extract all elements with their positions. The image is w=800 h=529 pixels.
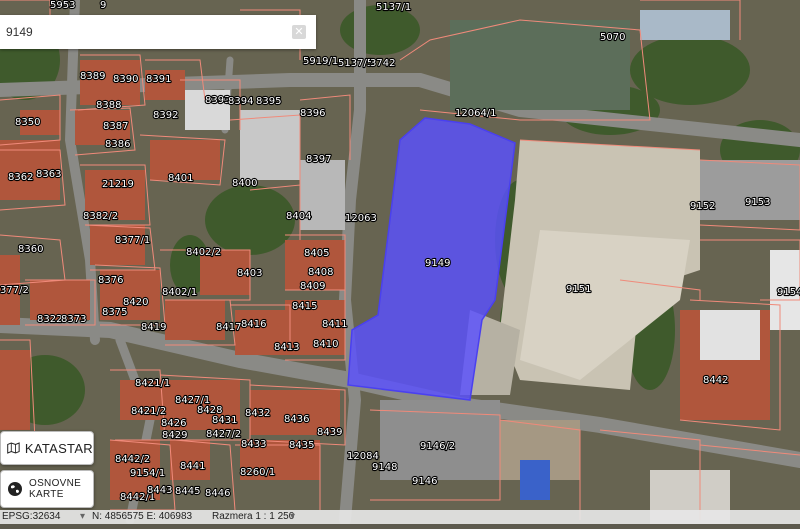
parcel-label: 8421/2 [131, 406, 166, 417]
parcel-label: 8421/1 [135, 378, 170, 389]
parcel-label: 8401 [168, 173, 193, 184]
parcel-label: 9148 [372, 462, 397, 473]
parcel-label: 5919/1 [303, 56, 338, 67]
parcel-label: 8416 [241, 319, 266, 330]
parcel-label: 8413 [274, 342, 299, 353]
parcel-label: 8403 [237, 268, 262, 279]
globe-icon [8, 482, 22, 496]
parcel-label: 8411 [322, 319, 347, 330]
parcel-label: 8442/2 [115, 454, 150, 465]
parcel-label: 9146/2 [420, 441, 455, 452]
parcel-label: 12064/1 [455, 108, 497, 119]
parcel-label: 8410 [313, 339, 338, 350]
parcel-label: 8435 [289, 440, 314, 451]
osnovne-label-line1: OSNOVNE [29, 478, 82, 489]
parcel-label: 8426 [161, 418, 186, 429]
parcel-label: 5953 [50, 0, 75, 11]
parcel-label: 8405 [304, 248, 329, 259]
parcel-label: 8382/2 [83, 211, 118, 222]
parcel-label: 8445 [175, 486, 200, 497]
parcel-label: 8396 [300, 108, 325, 119]
parcel-label: 9 [100, 0, 106, 11]
parcel-label: 8436 [284, 414, 309, 425]
search-input[interactable] [0, 24, 288, 40]
osnovne-label-line2: KARTE [29, 489, 64, 500]
parcel-label: 8443 [147, 485, 172, 496]
parcel-label: 8427/2 [206, 429, 241, 440]
parcel-label: 8362 [8, 172, 33, 183]
parcel-label: 8446 [205, 488, 230, 499]
parcel-label: 8433 [241, 439, 266, 450]
parcel-label: 8375 [102, 307, 127, 318]
parcel-label: 8350 [15, 117, 40, 128]
parcel-label: 8429 [162, 430, 187, 441]
parcel-label: 9146 [412, 476, 437, 487]
parcel-label: 8363 [36, 169, 61, 180]
parcel-label: 8390 [113, 74, 138, 85]
parcel-label: 8377/1 [115, 235, 150, 246]
parcel-label: 8442 [703, 375, 728, 386]
parcel-label: 8387 [103, 121, 128, 132]
parcel-label: 8360 [18, 244, 43, 255]
parcel-label: 5070 [600, 32, 625, 43]
katastar-button[interactable]: KATASTAR [0, 431, 94, 465]
parcel-label: 8409 [300, 281, 325, 292]
parcel-label: 8439 [317, 427, 342, 438]
parcel-label: 9149 [425, 258, 450, 269]
parcel-label: 5137/5 [338, 58, 373, 69]
parcel-label: 377/2 [0, 285, 29, 296]
parcel-label: 9153 [745, 197, 770, 208]
parcel-label: 5137/1 [376, 2, 411, 13]
parcel-label: 8386 [105, 139, 130, 150]
parcel-label: 8419 [141, 322, 166, 333]
parcel-label: 8391 [146, 74, 171, 85]
parcel-label: 8404 [286, 211, 311, 222]
parcel-label: 12063 [345, 213, 377, 224]
parcel-label: 8392 [153, 110, 178, 121]
parcel-label: 9151 [566, 284, 591, 295]
parcel-label: 8408 [308, 267, 333, 278]
parcel-label: 8415 [292, 301, 317, 312]
map-view[interactable]: 5953 9 5137/1 9149 5070 8389 8390 8391 5919/1513… [0, 0, 800, 526]
map-canvas[interactable]: 5953 9 5137/1 9149 5070 8389 8390 8391 5919/1513… [0, 0, 800, 526]
scale-readout: Razmera 1 : 1 250 [212, 511, 295, 522]
parcel-label: 8402/2 [186, 247, 221, 258]
status-bar: EPSG:32634 ▾ N: 4856575 E: 406983 Razmer… [0, 510, 800, 524]
osnovne-karte-button[interactable]: OSNOVNE KARTE [0, 470, 94, 508]
parcel-label: 8388 [96, 100, 121, 111]
parcel-label: 8402/1 [162, 287, 197, 298]
parcel-label: 8400 [232, 178, 257, 189]
parcel-label: 8260/1 [240, 467, 275, 478]
map-icon [7, 442, 20, 454]
coordinate-readout: N: 4856575 E: 406983 [92, 511, 193, 522]
parcel-label: 8417 [216, 322, 241, 333]
parcel-label: 8395 [256, 96, 281, 107]
parcel-label: 8432 [245, 408, 270, 419]
parcel-label: 12084 [347, 451, 379, 462]
crs-readout: EPSG:32634 [2, 511, 61, 522]
parcel-label: 21219 [102, 179, 134, 190]
parcel-label: 8394 [228, 96, 253, 107]
parcel-label: 8373 [61, 314, 86, 325]
parcel-label: 8376 [98, 275, 123, 286]
parcel-label: 8441 [180, 461, 205, 472]
parcel-label: 8389 [80, 71, 105, 82]
parcel-label: 8431 [212, 415, 237, 426]
parcel-label: 8393 [205, 95, 230, 106]
parcel-label: 9154 [777, 287, 800, 298]
parcel-label: 8397 [306, 154, 331, 165]
parcel-label: 9152 [690, 201, 715, 212]
parcel-label: 3742 [370, 58, 395, 69]
search-box: ✕ [0, 15, 316, 49]
parcel-label: 8322 [37, 314, 62, 325]
parcel-label: 9154/1 [130, 468, 165, 479]
close-icon[interactable]: ✕ [292, 25, 306, 39]
katastar-label: KATASTAR [24, 440, 93, 456]
